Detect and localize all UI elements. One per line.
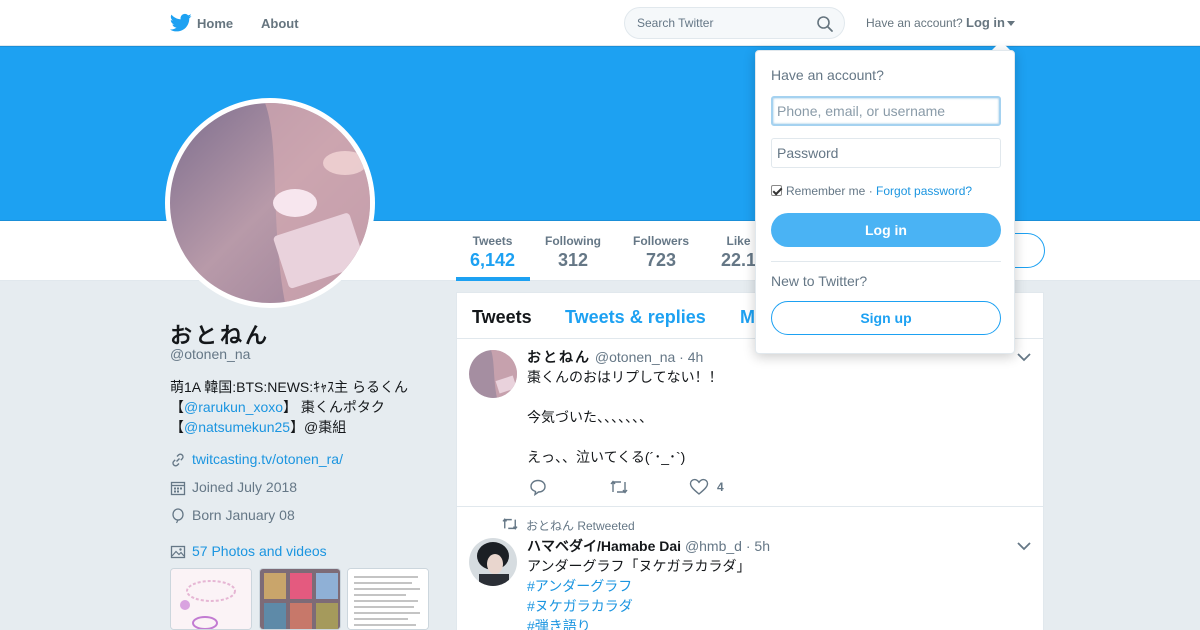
forgot-password-link[interactable]: Forgot password? — [876, 184, 972, 198]
calendar-icon — [170, 481, 186, 496]
search-placeholder: Search Twitter — [637, 16, 714, 30]
bio-line: 【@rarukun_xoxo】 棗くんポタク — [170, 397, 440, 417]
tweet-text: 棗くんのおはリプしてない！！ 今気づいた、、、、、、、 えっ、、泣いてくる(´･… — [527, 369, 723, 465]
chevron-down-icon — [1007, 21, 1015, 27]
search-input[interactable]: Search Twitter — [624, 7, 845, 39]
stat-followers[interactable]: Followers 723 — [633, 234, 689, 271]
joined-date: Joined July 2018 — [192, 479, 298, 495]
bio-mention-link[interactable]: @natsumekun25 — [184, 419, 290, 435]
nav-home-link[interactable]: Home — [197, 16, 233, 31]
tweet-author-handle[interactable]: @hmb_d — [685, 538, 742, 554]
tab-tweets-and-replies[interactable]: Tweets & replies — [565, 307, 706, 328]
bio-text: 】 棗くんポタク — [283, 399, 385, 415]
username-field[interactable]: Phone, email, or username — [771, 96, 1001, 126]
link-icon — [172, 453, 184, 467]
tweet-avatar-image — [469, 538, 517, 586]
remember-me-row: Remember me · Forgot password? — [771, 184, 972, 198]
tweet-timestamp[interactable]: · 4h — [679, 349, 703, 365]
search-icon[interactable] — [816, 15, 834, 33]
twitter-bird-icon[interactable] — [170, 13, 192, 33]
profile-bio: 萌1A 韓国:BTS:NEWS:ｷｬｽ主 らるくん 【@rarukun_xoxo… — [170, 377, 440, 437]
stat-value: 22.1 — [721, 250, 757, 270]
tweet-header: ハマベダイ/Hamabe Dai @hmb_d · 5h — [527, 536, 770, 556]
tweet-timestamp[interactable]: · 5h — [746, 538, 770, 554]
new-to-twitter-text: New to Twitter? — [771, 273, 868, 289]
password-field[interactable]: Password — [771, 138, 1001, 168]
hashtag-link[interactable]: #アンダーグラフ — [527, 576, 750, 596]
stat-label: Followers — [633, 234, 690, 248]
avatar[interactable] — [469, 350, 517, 398]
chevron-down-icon[interactable] — [1017, 352, 1031, 362]
heart-icon[interactable] — [689, 478, 709, 496]
dropdown-arrow — [992, 41, 1010, 50]
login-dropdown: Have an account? Phone, email, or userna… — [755, 50, 1015, 354]
stat-tweets[interactable]: Tweets 6,142 — [470, 234, 515, 271]
divider — [771, 261, 1001, 262]
like-count: 4 — [717, 480, 724, 494]
profile-handle[interactable]: @otonen_na — [170, 346, 250, 362]
stat-value: 723 — [645, 250, 677, 270]
tweet-author-handle[interactable]: @otonen_na — [595, 349, 675, 365]
media-thumbnail[interactable] — [347, 568, 429, 630]
avatar[interactable] — [170, 103, 370, 303]
tweet-text-line: アンダーグラフ「ヌケガラカラダ」 — [527, 558, 751, 574]
tweet-text: アンダーグラフ「ヌケガラカラダ」 #アンダーグラフ #ヌケガラカラダ #弾き語り — [527, 556, 750, 630]
thumbnail-image — [260, 569, 340, 629]
photo-icon — [170, 545, 186, 559]
login-button[interactable]: Log in — [771, 213, 1001, 247]
stat-label: Tweets — [472, 234, 513, 248]
media-thumbnail[interactable] — [170, 568, 252, 630]
bio-text: 【 — [170, 399, 184, 415]
retweet-icon — [502, 518, 518, 530]
avatar-image — [170, 103, 370, 303]
balloon-icon — [172, 508, 184, 524]
reply-icon[interactable] — [529, 478, 547, 496]
retweet-icon[interactable] — [609, 478, 629, 496]
bio-mention-link[interactable]: @rarukun_xoxo — [184, 399, 283, 415]
dropdown-title: Have an account? — [771, 67, 884, 83]
tweet-header: おとねん @otonen_na · 4h — [527, 347, 703, 367]
tweet[interactable]: おとねん @otonen_na · 4h 棗くんのおはリプしてない！！ 今気づい… — [457, 340, 1043, 507]
retweeted-by-text[interactable]: おとねん Retweeted — [526, 517, 635, 534]
stat-value: 6,142 — [470, 250, 516, 270]
photos-count: 57 Photos and videos — [192, 543, 327, 559]
hashtag-link[interactable]: #弾き語り — [527, 616, 750, 630]
remember-me-label: Remember me · — [786, 184, 873, 198]
bio-text: 】@棗組 — [290, 419, 347, 435]
avatar[interactable] — [469, 538, 517, 586]
login-toggle-label: Log in — [966, 15, 1005, 30]
tweet[interactable]: おとねん Retweeted ハマベダイ/Hamabe Dai @hmb_d ·… — [457, 508, 1043, 630]
chevron-down-icon[interactable] — [1017, 541, 1031, 551]
stat-label: Following — [545, 234, 601, 248]
top-navigation-bar: Home About Search Twitter Have an accoun… — [0, 0, 1200, 46]
nav-about-link[interactable]: About — [261, 16, 299, 31]
stat-value: 312 — [557, 250, 589, 270]
media-thumbnail[interactable] — [259, 568, 341, 630]
thumbnail-image — [348, 569, 428, 629]
thumbnail-image — [171, 569, 251, 629]
tweet-author-name[interactable]: おとねん — [527, 349, 591, 365]
profile-avatar-frame — [165, 98, 375, 308]
remember-me-checkbox[interactable] — [771, 185, 782, 196]
tab-media[interactable]: M — [740, 307, 755, 328]
tab-tweets[interactable]: Tweets — [472, 307, 532, 328]
login-dropdown-toggle[interactable]: Log in — [966, 15, 1015, 30]
stat-label: Like — [726, 234, 751, 248]
hashtag-link[interactable]: #ヌケガラカラダ — [527, 596, 750, 616]
have-account-text: Have an account? — [866, 16, 963, 30]
birth-date: Born January 08 — [192, 507, 295, 523]
bio-text: 【 — [170, 419, 184, 435]
stat-likes[interactable]: Like 22.1 — [721, 234, 756, 271]
signup-button[interactable]: Sign up — [771, 301, 1001, 335]
bio-line: 【@natsumekun25】@棗組 — [170, 417, 440, 437]
website-link[interactable]: twitcasting.tv/otonen_ra/ — [192, 451, 343, 467]
bio-line: 萌1A 韓国:BTS:NEWS:ｷｬｽ主 らるくん — [170, 379, 409, 395]
tweet-avatar-image — [469, 350, 517, 398]
active-stat-underline — [456, 277, 530, 281]
stat-following[interactable]: Following 312 — [545, 234, 601, 271]
tweet-author-name[interactable]: ハマベダイ/Hamabe Dai — [527, 538, 681, 554]
